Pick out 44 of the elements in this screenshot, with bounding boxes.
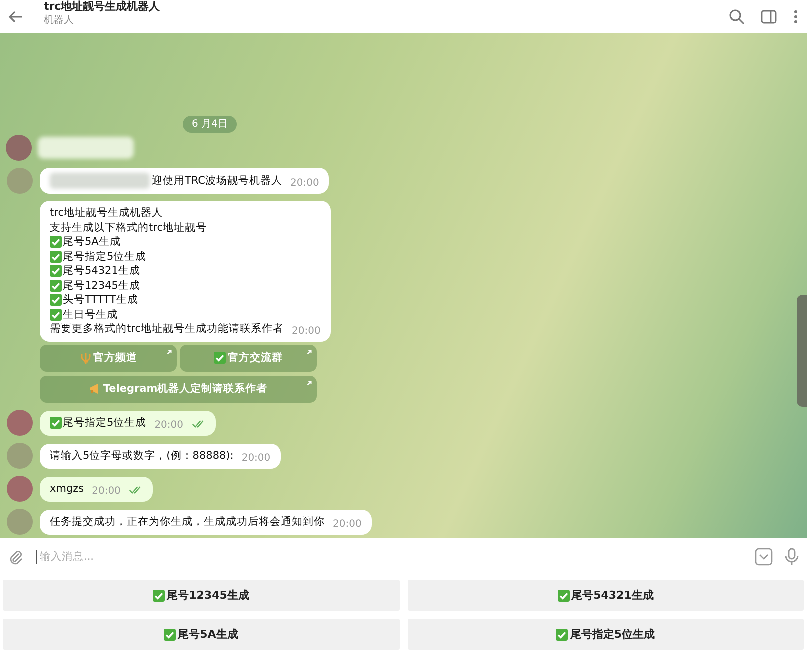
message-text: 支持生成以下格式的trc地址靓号 bbox=[50, 220, 207, 235]
avatar bbox=[6, 135, 32, 161]
keyboard-button[interactable]: 尾号指定5位生成 bbox=[408, 619, 804, 650]
message-text: 迎使用TRC波场靓号机器人 bbox=[152, 174, 283, 188]
chat-subtitle: 机器人 bbox=[44, 14, 75, 28]
keyboard-button[interactable]: 尾号5A生成 bbox=[3, 619, 400, 650]
external-arrow-icon bbox=[306, 380, 313, 386]
message-text: 生日号生成 bbox=[63, 308, 118, 322]
check-icon bbox=[214, 352, 226, 364]
external-arrow-icon bbox=[166, 348, 173, 356]
check-icon bbox=[558, 590, 570, 602]
message-text: 需要更多格式的trc地址靓号生成功能请联系作者 bbox=[50, 322, 284, 336]
message-text: 尾号指定5位生成 bbox=[63, 416, 147, 430]
message-time: 20:00 bbox=[92, 486, 121, 496]
microphone-icon[interactable] bbox=[785, 548, 799, 566]
message-text: 尾号12345生成 bbox=[63, 278, 140, 293]
message-text: trc地址靓号生成机器人 bbox=[50, 206, 163, 220]
date-pill: 6 月4日 bbox=[183, 116, 237, 133]
back-icon[interactable] bbox=[8, 8, 24, 24]
message-text: 任务提交成功，正在为你生成，生成成功后将会通知到你 bbox=[50, 515, 325, 530]
check-icon bbox=[164, 628, 176, 640]
message-time: 20:00 bbox=[154, 420, 184, 430]
check-icon bbox=[556, 628, 568, 640]
check-icon bbox=[153, 590, 166, 602]
message-text: xmgzs bbox=[50, 482, 84, 496]
keyboard-button[interactable]: 尾号12345生成 bbox=[3, 580, 400, 611]
keyboard-toggle-icon[interactable] bbox=[755, 548, 773, 566]
message-text: 头号TTTTT生成 bbox=[63, 293, 138, 308]
message-text: 尾号指定5位生成 bbox=[63, 250, 147, 264]
external-arrow-icon bbox=[306, 348, 313, 356]
message-text: 尾号5A生成 bbox=[63, 235, 121, 250]
message-time: 20:00 bbox=[292, 326, 321, 336]
chat-title: trc地址靓号生成机器人 bbox=[44, 0, 162, 14]
message-text: 尾号54321生成 bbox=[63, 264, 140, 278]
more-icon[interactable] bbox=[793, 8, 799, 24]
sidebar-toggle-icon[interactable] bbox=[761, 8, 777, 24]
message-text: 请输入5位字母或数字，(例：88888): bbox=[50, 449, 234, 464]
search-icon[interactable] bbox=[729, 8, 745, 24]
keyboard-button[interactable]: 尾号54321生成 bbox=[408, 580, 804, 611]
message-time: 20:00 bbox=[290, 178, 320, 189]
message-time: 20:00 bbox=[333, 518, 362, 530]
trident-icon bbox=[80, 352, 92, 364]
message-time: 20:00 bbox=[242, 452, 271, 464]
attach-icon[interactable] bbox=[8, 548, 24, 564]
